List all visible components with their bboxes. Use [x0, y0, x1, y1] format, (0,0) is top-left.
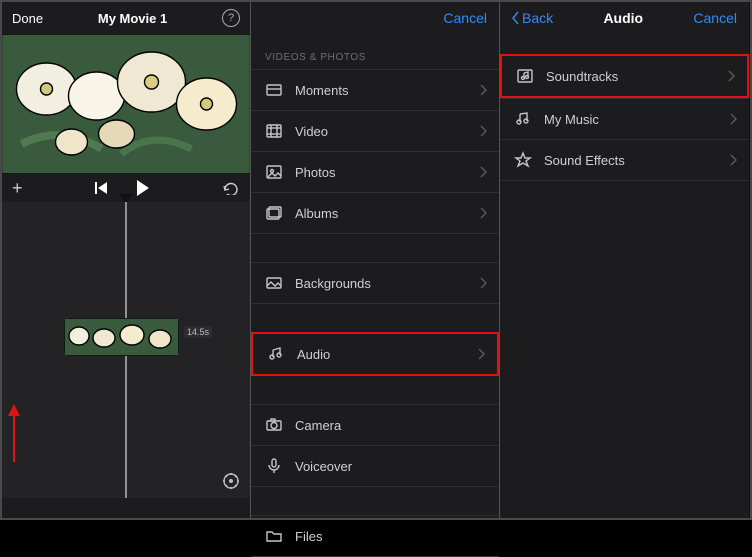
row-soundtracks[interactable]: Soundtracks	[500, 54, 749, 98]
audio-header: Back Audio Cancel	[500, 2, 749, 34]
project-title: My Movie 1	[98, 11, 167, 26]
music-note-icon	[514, 110, 532, 128]
row-label: Camera	[295, 418, 341, 433]
sound-effects-icon	[514, 151, 532, 169]
row-albums[interactable]: Albums	[251, 192, 499, 234]
row-sound-effects[interactable]: Sound Effects	[500, 139, 749, 181]
folder-icon	[265, 527, 283, 545]
row-files[interactable]: Files	[251, 515, 499, 557]
row-label: Moments	[295, 83, 348, 98]
video-icon	[265, 122, 283, 140]
microphone-icon	[265, 457, 283, 475]
row-photos[interactable]: Photos	[251, 151, 499, 192]
chevron-right-icon	[479, 277, 487, 289]
row-label: Audio	[297, 347, 330, 362]
play-icon[interactable]	[137, 180, 149, 196]
cancel-button[interactable]: Cancel	[693, 10, 737, 26]
done-button[interactable]: Done	[12, 11, 43, 26]
camera-icon	[265, 416, 283, 434]
moments-icon	[265, 81, 283, 99]
media-browser-panel: Cancel VIDEOS & PHOTOS Moments Video	[251, 2, 500, 518]
row-label: Backgrounds	[295, 276, 371, 291]
settings-icon[interactable]	[222, 472, 240, 490]
row-voiceover[interactable]: Voiceover	[251, 445, 499, 487]
back-button[interactable]: Back	[512, 10, 553, 26]
row-label: Video	[295, 124, 328, 139]
chevron-right-icon	[479, 166, 487, 178]
audio-title: Audio	[603, 10, 643, 26]
chevron-right-icon	[729, 154, 737, 166]
audio-icon	[267, 345, 285, 363]
row-backgrounds[interactable]: Backgrounds	[251, 262, 499, 304]
timeline[interactable]: 14.5s	[2, 202, 250, 498]
chevron-right-icon	[729, 113, 737, 125]
video-preview[interactable]	[2, 34, 250, 174]
editor-header: Done My Movie 1 ?	[2, 2, 250, 34]
row-audio[interactable]: Audio	[251, 332, 499, 376]
row-label: Voiceover	[295, 459, 352, 474]
media-header: Cancel	[251, 2, 499, 34]
chevron-right-icon	[477, 348, 485, 360]
editor-panel: Done My Movie 1 ? +	[2, 2, 251, 518]
timeline-clip[interactable]	[64, 318, 179, 356]
audio-panel: Back Audio Cancel Soundtracks My Music	[500, 2, 749, 518]
cancel-button[interactable]: Cancel	[443, 10, 487, 26]
undo-icon[interactable]	[222, 181, 240, 195]
row-label: Photos	[295, 165, 335, 180]
chevron-left-icon	[512, 11, 520, 25]
row-label: Soundtracks	[546, 69, 618, 84]
chevron-right-icon	[479, 207, 487, 219]
row-moments[interactable]: Moments	[251, 69, 499, 110]
row-camera[interactable]: Camera	[251, 404, 499, 445]
row-label: Sound Effects	[544, 153, 625, 168]
albums-icon	[265, 204, 283, 222]
chevron-right-icon	[479, 84, 487, 96]
chevron-right-icon	[727, 70, 735, 82]
skip-back-icon[interactable]	[95, 182, 107, 194]
row-label: My Music	[544, 112, 599, 127]
help-icon[interactable]: ?	[222, 9, 240, 27]
chevron-right-icon	[479, 125, 487, 137]
row-label: Albums	[295, 206, 338, 221]
annotation-arrow	[13, 416, 15, 462]
photos-icon	[265, 163, 283, 181]
backgrounds-icon	[265, 274, 283, 292]
soundtracks-icon	[516, 67, 534, 85]
row-video[interactable]: Video	[251, 110, 499, 151]
row-my-music[interactable]: My Music	[500, 98, 749, 139]
clip-duration: 14.5s	[184, 326, 212, 338]
row-label: Files	[295, 529, 322, 544]
section-label: VIDEOS & PHOTOS	[251, 34, 499, 69]
add-media-button[interactable]: +	[12, 179, 23, 197]
